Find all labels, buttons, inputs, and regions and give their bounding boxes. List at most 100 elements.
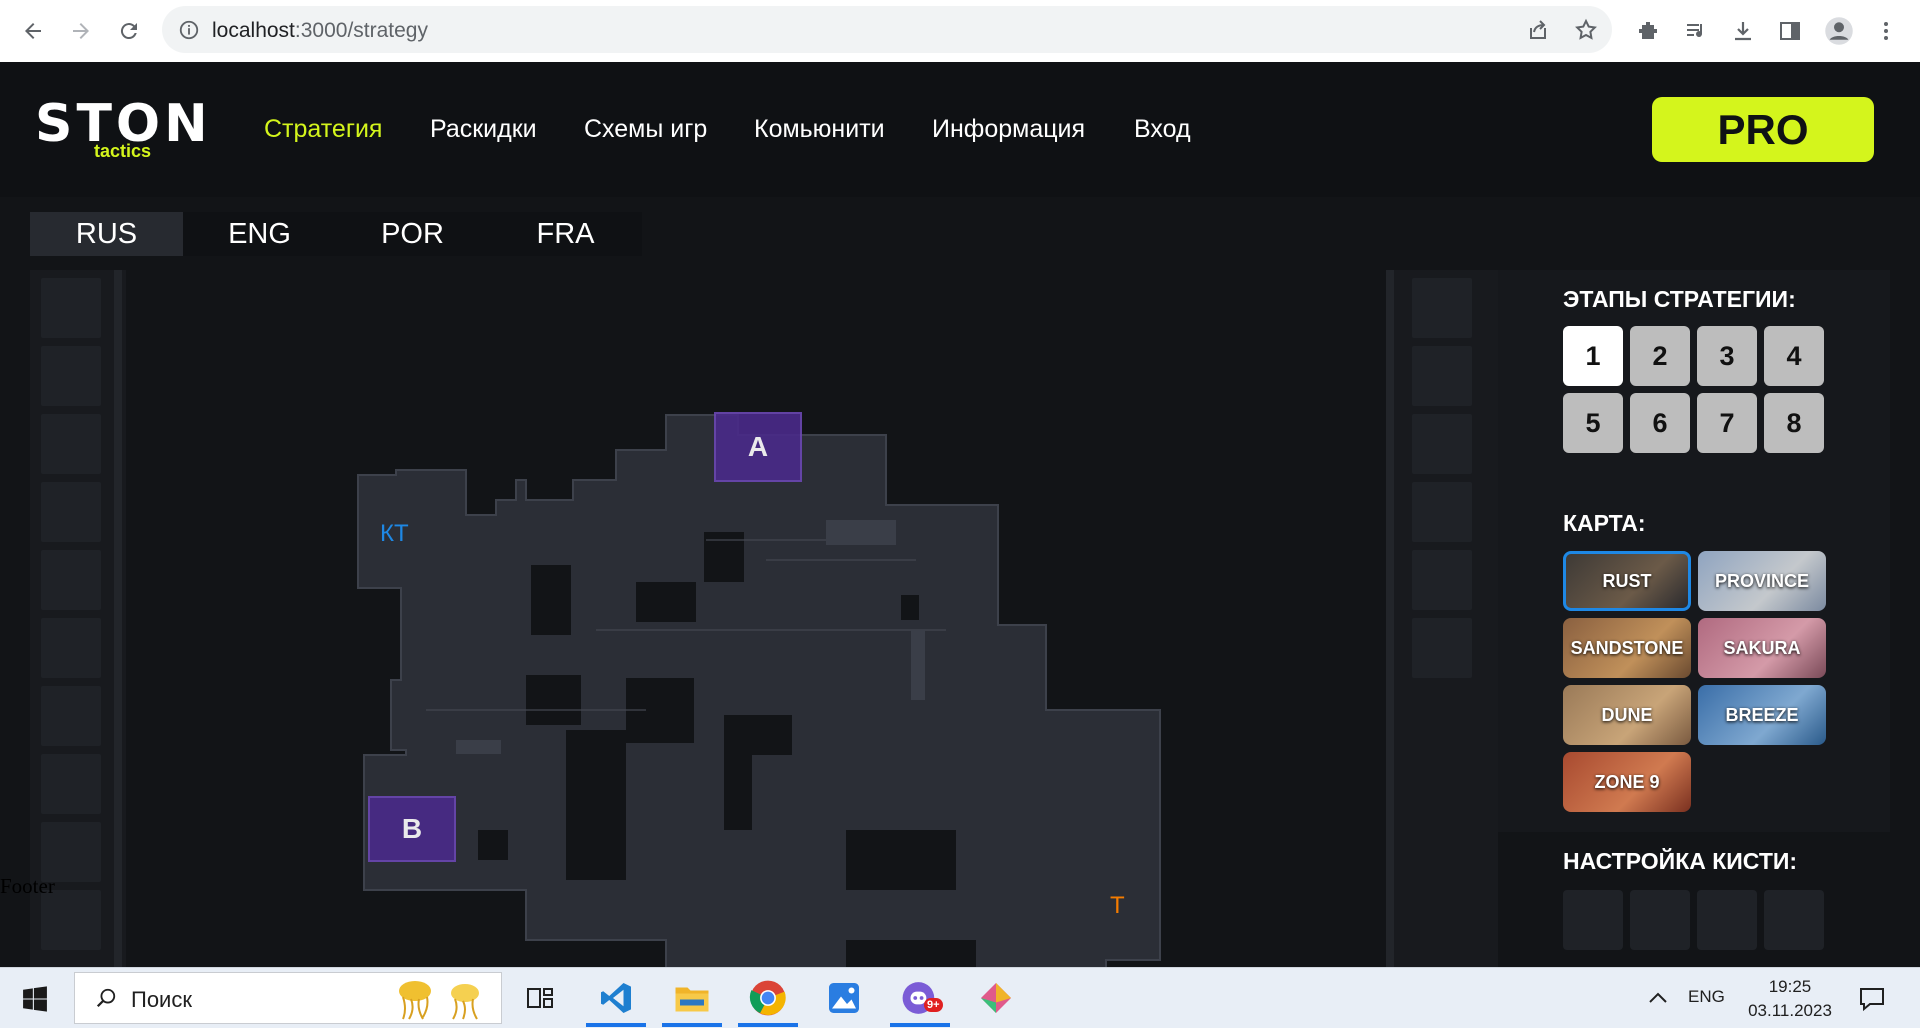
right-tool-slot[interactable] bbox=[1412, 482, 1472, 542]
pro-button[interactable]: PRO bbox=[1652, 97, 1874, 162]
clock-time: 19:25 bbox=[1768, 977, 1812, 996]
stage-6-button[interactable]: 6 bbox=[1630, 393, 1690, 453]
nav-login[interactable]: Вход bbox=[1134, 115, 1191, 144]
download-icon[interactable] bbox=[1731, 19, 1755, 43]
map-dune-button[interactable]: DUNE bbox=[1563, 685, 1691, 745]
taskbar-search[interactable]: Поиск bbox=[74, 972, 502, 1024]
nav-information[interactable]: Информация bbox=[932, 115, 1085, 144]
arrow-right-icon bbox=[73, 23, 89, 39]
search-icon bbox=[96, 988, 116, 1008]
left-tool-slot[interactable] bbox=[41, 278, 101, 338]
map-breeze-button[interactable]: BREEZE bbox=[1698, 685, 1826, 745]
taskbar-vscode[interactable] bbox=[586, 974, 646, 1027]
task-view-icon bbox=[527, 988, 553, 1008]
stage-8-button[interactable]: 8 bbox=[1764, 393, 1824, 453]
taskbar-photos[interactable] bbox=[814, 974, 874, 1022]
extensions-icon[interactable] bbox=[1636, 19, 1660, 43]
t-spawn-label: T bbox=[1110, 892, 1125, 919]
brush-slot[interactable] bbox=[1697, 890, 1757, 950]
lang-tab-eng[interactable]: ENG bbox=[183, 212, 336, 256]
logo-subtitle: tactics bbox=[94, 141, 152, 161]
url-text: localhost:3000/strategy bbox=[212, 19, 428, 43]
media-icon[interactable] bbox=[1684, 19, 1708, 43]
arrow-left-icon bbox=[25, 23, 41, 39]
share-icon[interactable] bbox=[1526, 18, 1550, 42]
menu-dots-icon[interactable] bbox=[1874, 19, 1898, 43]
map-sandstone-button[interactable]: SANDSTONE bbox=[1563, 618, 1691, 678]
strategy-panel: ЭТАПЫ СТРАТЕГИИ: 1 2 3 4 5 6 7 8 КАРТА: … bbox=[1498, 270, 1890, 970]
right-tool-slot[interactable] bbox=[1412, 346, 1472, 406]
bombsite-a[interactable]: A bbox=[714, 412, 802, 482]
taskbar-file-explorer[interactable] bbox=[662, 974, 722, 1027]
clock-date: 03.11.2023 bbox=[1748, 1001, 1832, 1020]
notification-icon[interactable] bbox=[1858, 986, 1886, 1012]
left-tool-slot[interactable] bbox=[41, 618, 101, 678]
bombsite-b[interactable]: B bbox=[368, 796, 456, 862]
chrome-icon bbox=[749, 980, 786, 1016]
taskbar-taskview[interactable] bbox=[510, 974, 570, 1022]
taskbar-chrome[interactable] bbox=[738, 974, 798, 1027]
map-zone9-button[interactable]: ZONE 9 bbox=[1563, 752, 1691, 812]
right-tool-slot[interactable] bbox=[1412, 618, 1472, 678]
stage-3-button[interactable]: 3 bbox=[1697, 326, 1757, 386]
brush-slot[interactable] bbox=[1563, 890, 1623, 950]
language-tabs: RUS ENG POR FRA bbox=[30, 212, 642, 256]
reload-button[interactable] bbox=[110, 12, 148, 50]
lang-tab-fra[interactable]: FRA bbox=[489, 212, 642, 256]
map-rust-button[interactable]: RUST bbox=[1563, 551, 1691, 611]
site-header: STON tactics Стратегия Раскидки Схемы иг… bbox=[0, 62, 1920, 197]
left-tool-slot[interactable] bbox=[41, 482, 101, 542]
stage-7-button[interactable]: 7 bbox=[1697, 393, 1757, 453]
search-placeholder: Поиск bbox=[131, 987, 192, 1012]
left-divider bbox=[114, 270, 122, 970]
profile-icon[interactable] bbox=[1824, 16, 1854, 46]
diamond-app-icon bbox=[981, 983, 1011, 1013]
chevron-up-icon[interactable] bbox=[1648, 990, 1668, 1006]
stages-title: ЭТАПЫ СТРАТЕГИИ: bbox=[1563, 286, 1796, 312]
map-canvas[interactable]: A B КТ T bbox=[126, 270, 1386, 971]
windows-start-icon[interactable] bbox=[22, 986, 48, 1012]
stage-5-button[interactable]: 5 bbox=[1563, 393, 1623, 453]
nav-game-schemes[interactable]: Схемы игр bbox=[584, 115, 707, 144]
discord-badge: 9+ bbox=[924, 998, 943, 1012]
forward-button[interactable] bbox=[62, 12, 100, 50]
right-tool-slot[interactable] bbox=[1412, 550, 1472, 610]
map-sakura-button[interactable]: SAKURA bbox=[1698, 618, 1826, 678]
jellyfish-decoration-icon bbox=[399, 981, 479, 1020]
input-language[interactable]: ENG bbox=[1688, 987, 1725, 1007]
sidepanel-icon[interactable] bbox=[1778, 19, 1802, 43]
taskbar-discord[interactable]: 9+ bbox=[890, 974, 950, 1027]
right-tool-slot[interactable] bbox=[1412, 414, 1472, 474]
brush-slot[interactable] bbox=[1630, 890, 1690, 950]
left-tool-slot[interactable] bbox=[41, 346, 101, 406]
browser-toolbar: localhost:3000/strategy bbox=[0, 0, 1920, 63]
windows-taskbar: Поиск 9+ ENG 19:25 03.11.2023 bbox=[0, 967, 1920, 1028]
back-button[interactable] bbox=[14, 12, 52, 50]
vscode-icon bbox=[601, 983, 631, 1013]
clock[interactable]: 19:25 03.11.2023 bbox=[1740, 975, 1840, 1023]
nav-grenades[interactable]: Раскидки bbox=[430, 115, 537, 144]
address-bar[interactable]: localhost:3000/strategy bbox=[162, 6, 1612, 53]
stage-4-button[interactable]: 4 bbox=[1764, 326, 1824, 386]
reload-icon bbox=[120, 23, 137, 40]
lang-tab-por[interactable]: POR bbox=[336, 212, 489, 256]
left-tool-slot[interactable] bbox=[41, 414, 101, 474]
nav-strategy[interactable]: Стратегия bbox=[264, 115, 382, 144]
footer: Footer bbox=[0, 874, 55, 898]
left-tool-slot[interactable] bbox=[41, 754, 101, 814]
left-tool-slot[interactable] bbox=[41, 686, 101, 746]
map-province-button[interactable]: PROVINCE bbox=[1698, 551, 1826, 611]
info-icon bbox=[179, 20, 199, 40]
stage-1-button[interactable]: 1 bbox=[1563, 326, 1623, 386]
star-icon[interactable] bbox=[1574, 18, 1598, 42]
left-tool-slot[interactable] bbox=[41, 890, 101, 950]
lang-tab-rus[interactable]: RUS bbox=[30, 212, 183, 256]
taskbar-git-app[interactable] bbox=[966, 974, 1026, 1022]
nav-community[interactable]: Комьюнити bbox=[754, 115, 885, 144]
stage-2-button[interactable]: 2 bbox=[1630, 326, 1690, 386]
brush-slot[interactable] bbox=[1764, 890, 1824, 950]
right-tool-slot[interactable] bbox=[1412, 278, 1472, 338]
left-tool-slot[interactable] bbox=[41, 550, 101, 610]
left-tool-slot[interactable] bbox=[41, 822, 101, 882]
map-title: КАРТА: bbox=[1563, 510, 1646, 536]
